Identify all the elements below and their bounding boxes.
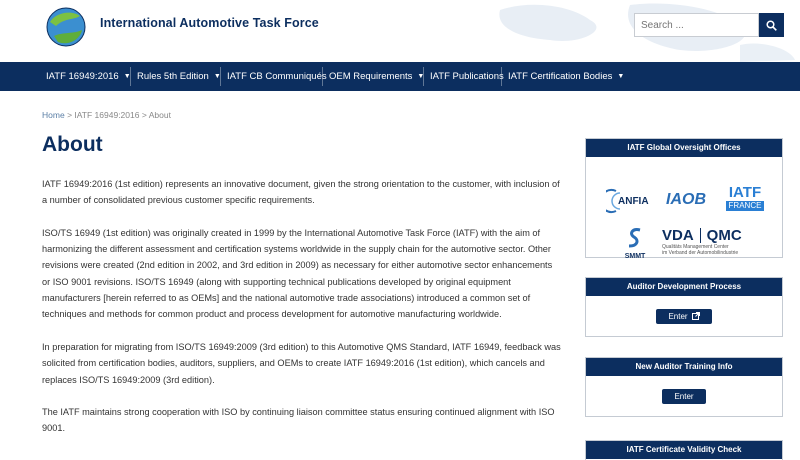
page-content: IATF 16949:2016 (1st edition) represents… [42, 176, 562, 453]
widget-body: Enter [586, 376, 782, 416]
widget-title: IATF Global Oversight Offices [586, 139, 782, 157]
nav-item-certification-bodies[interactable]: IATF Certification Bodies ▼ [508, 62, 624, 91]
qmc-label: QMC [706, 227, 742, 244]
nav-divider [501, 67, 502, 86]
widget-title: New Auditor Training Info [586, 358, 782, 376]
chevron-down-icon: ▼ [617, 73, 625, 80]
main-nav: IATF 16949:2016 ▼ Rules 5th Edition ▼ IATF… [0, 62, 800, 91]
nav-item-cb-communiques[interactable]: IATF CB Communiqués [227, 62, 327, 91]
site-title[interactable]: International Automotive Task Force [100, 16, 319, 30]
external-link-icon [691, 312, 700, 320]
anfia-logo[interactable]: ANFIA [599, 187, 654, 220]
oversight-logos: ANFIA IAOB IATF FRANCE SMMT VDA QMC Qual… [586, 157, 782, 260]
nav-divider [423, 67, 424, 86]
nav-item-iatf-16949[interactable]: IATF 16949:2016 ▼ [46, 62, 131, 91]
widget-title: Auditor Development Process [586, 278, 782, 296]
breadcrumb-home-link[interactable]: Home [42, 110, 65, 120]
oversight-offices-widget: IATF Global Oversight Offices ANFIA IAOB… [585, 138, 783, 260]
widget-body: Enter [586, 296, 782, 336]
search-input[interactable] [634, 13, 759, 37]
smmt-logo[interactable]: SMMT [622, 227, 648, 260]
anfia-label: ANFIA [618, 196, 649, 207]
iatf-france-logo[interactable]: IATF FRANCE [726, 185, 764, 211]
iatf-france-top: IATF [728, 184, 762, 201]
vda-divider [699, 228, 701, 243]
breadcrumb-separator: > [67, 110, 73, 120]
nav-item-rules[interactable]: Rules 5th Edition ▼ [137, 62, 221, 91]
iatf-france-bottom: FRANCE [726, 201, 764, 211]
iaob-label: IAOB [666, 191, 706, 208]
nav-divider [220, 67, 221, 86]
auditor-training-widget: New Auditor Training Info Enter [585, 357, 783, 417]
auditor-training-enter-button[interactable]: Enter [662, 388, 706, 404]
nav-item-publications[interactable]: IATF Publications [430, 62, 504, 91]
iaob-logo[interactable]: IAOB [666, 191, 706, 209]
vda-qmc-logo[interactable]: VDA QMC Qualitäts Management Center im V… [662, 227, 772, 256]
content-paragraph: In preparation for migrating from ISO/TS… [42, 341, 561, 385]
search-button[interactable] [759, 13, 784, 37]
widget-title: IATF Certificate Validity Check [586, 441, 782, 459]
auditor-development-widget: Auditor Development Process Enter [585, 277, 783, 337]
smmt-logo-mark [628, 228, 641, 248]
nav-item-oem-requirements[interactable]: OEM Requirements ▼ [329, 62, 424, 91]
iatf-logo[interactable] [42, 4, 96, 48]
search-icon [766, 19, 777, 31]
smmt-label: SMMT [624, 253, 646, 260]
nav-divider [130, 67, 131, 86]
content-paragraph: IATF 16949:2016 (1st edition) represents… [42, 179, 560, 206]
certificate-check-widget: IATF Certificate Validity Check [585, 440, 783, 460]
breadcrumb-parent-link[interactable]: IATF 16949:2016 [74, 110, 139, 120]
vda-label: VDA [662, 227, 694, 244]
breadcrumb-separator: > [141, 110, 147, 120]
button-label: Enter [668, 311, 688, 321]
auditor-development-enter-button[interactable]: Enter [656, 308, 712, 324]
site-header: International Automotive Task Force [0, 0, 800, 62]
vda-subtitle-2: im Verband der Automobilindustrie [662, 250, 739, 256]
breadcrumb: Home > IATF 16949:2016 > About [42, 110, 171, 120]
breadcrumb-current: About [148, 110, 171, 120]
content-paragraph: ISO/TS 16949 (1st edition) was originall… [42, 227, 553, 320]
nav-divider [322, 67, 323, 86]
content-paragraph: The IATF maintains strong cooperation wi… [42, 407, 555, 434]
page-title: About [42, 133, 103, 156]
